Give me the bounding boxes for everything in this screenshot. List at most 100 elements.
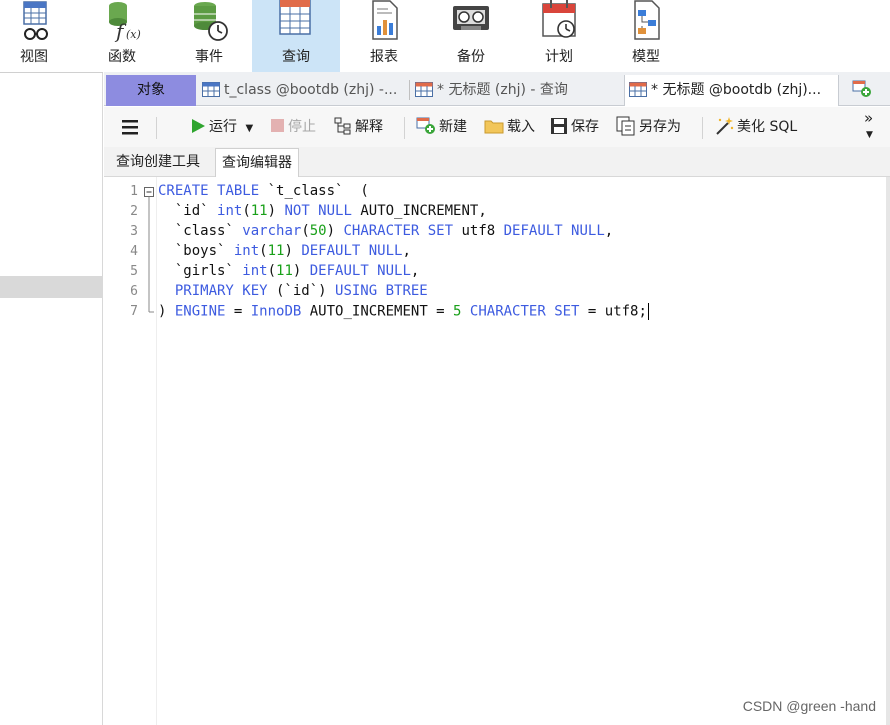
ribbon-backup-label: 备份 xyxy=(457,49,485,65)
new-label: 新建 xyxy=(439,119,467,135)
function-icon: f (x) xyxy=(109,2,141,42)
new-query-button[interactable]: 新建 xyxy=(416,115,467,139)
ribbon-schedule-button[interactable]: 计划 xyxy=(515,0,603,72)
tab-t-class-table[interactable]: t_class @bootdb (zhj) -... xyxy=(198,75,408,106)
model-icon xyxy=(634,0,660,40)
gutter-divider xyxy=(156,177,157,725)
new-tab-button[interactable] xyxy=(842,75,882,106)
run-label: 运行 xyxy=(209,119,237,135)
load-label: 载入 xyxy=(507,119,535,135)
toolbar-separator xyxy=(404,117,405,139)
explain-label: 解释 xyxy=(355,119,383,135)
ribbon-schedule-label: 计划 xyxy=(545,49,573,65)
save-label: 保存 xyxy=(571,119,599,135)
menu-button[interactable] xyxy=(120,115,140,139)
line-number: 5 xyxy=(130,264,138,279)
document-tab-bar: 对象 t_class @bootdb (zhj) -... * 无标题 (zhj… xyxy=(104,72,890,106)
ribbon-event-button[interactable]: 事件 xyxy=(165,0,253,72)
query-toolbar: 运行 ▼ 停止 解释 新建 载入 保存 另存为 美化 SQL » ▼ xyxy=(104,107,890,147)
line-number-gutter xyxy=(104,177,142,725)
ribbon-function-label: 函数 xyxy=(108,49,136,65)
play-icon xyxy=(192,118,205,133)
code-line[interactable]: `girls` int(11) DEFAULT NULL, xyxy=(158,263,420,279)
overflow-chevron-icon: » xyxy=(864,109,874,127)
sql-editor[interactable]: 1 2 3 4 5 6 7 CREATE TABLE `t_class` ( `… xyxy=(104,177,886,725)
tab-objects[interactable]: 对象 xyxy=(106,75,196,106)
code-fold-icon[interactable] xyxy=(144,186,155,318)
table-icon xyxy=(202,81,220,97)
save-as-button[interactable]: 另存为 xyxy=(616,115,681,139)
ribbon-backup-button[interactable]: 备份 xyxy=(427,0,515,72)
save-as-icon xyxy=(616,116,635,135)
stop-label: 停止 xyxy=(288,119,316,135)
line-number: 7 xyxy=(130,304,138,319)
ribbon-event-label: 事件 xyxy=(195,49,223,65)
pane-divider xyxy=(0,72,103,73)
save-button[interactable]: 保存 xyxy=(550,115,599,139)
ribbon-report-label: 报表 xyxy=(370,49,398,65)
save-icon xyxy=(551,117,567,134)
ribbon-query-button[interactable]: 查询 xyxy=(252,0,340,72)
ribbon-query-label: 查询 xyxy=(282,49,310,65)
tab-query-builder[interactable]: 查询创建工具 xyxy=(110,148,206,177)
ribbon-model-button[interactable]: 模型 xyxy=(602,0,690,72)
tab-label: * 无标题 (zhj) - 查询 xyxy=(437,82,568,98)
query-icon xyxy=(279,0,311,35)
line-number: 6 xyxy=(130,284,138,299)
beautify-label: 美化 SQL xyxy=(737,119,798,135)
stop-icon xyxy=(271,119,284,132)
stop-button[interactable]: 停止 xyxy=(270,115,316,139)
line-number: 3 xyxy=(130,224,138,239)
new-query-icon xyxy=(416,117,435,134)
ribbon-function-button[interactable]: f (x) 函数 xyxy=(78,0,166,72)
explain-icon xyxy=(334,117,351,134)
vertical-scrollbar[interactable] xyxy=(886,177,890,725)
code-line[interactable]: CREATE TABLE `t_class` ( xyxy=(158,183,369,199)
ribbon-view-button[interactable]: 视图 xyxy=(0,0,78,72)
main-ribbon: 视图 f (x) 函数 事件 查询 报表 备份 计划 模型 xyxy=(0,0,890,72)
new-tab-icon xyxy=(852,80,871,97)
folder-icon xyxy=(484,120,504,133)
save-as-label: 另存为 xyxy=(639,119,681,135)
beautify-sql-button[interactable]: 美化 SQL xyxy=(714,115,797,139)
query-tab-icon xyxy=(629,81,647,97)
watermark: CSDN @green -hand xyxy=(742,698,876,714)
toolbar-overflow-button[interactable]: » ▼ xyxy=(864,109,874,141)
tab-query-editor[interactable]: 查询编辑器 xyxy=(215,148,299,177)
backup-icon xyxy=(453,6,489,30)
load-button[interactable]: 载入 xyxy=(484,115,535,139)
toolbar-separator xyxy=(702,117,703,139)
report-icon xyxy=(372,0,398,40)
line-number: 1 xyxy=(130,184,138,199)
chevron-down-icon: ▼ xyxy=(866,130,873,140)
svg-text:(x): (x) xyxy=(126,28,141,41)
selected-navigator-item[interactable] xyxy=(0,276,103,298)
navigator-pane[interactable] xyxy=(0,72,103,725)
line-number: 4 xyxy=(130,244,138,259)
chevron-down-icon[interactable]: ▼ xyxy=(245,123,253,134)
ribbon-view-label: 视图 xyxy=(20,49,48,65)
line-number: 2 xyxy=(130,204,138,219)
schedule-icon xyxy=(542,0,576,38)
query-tab-icon xyxy=(415,81,433,97)
code-line[interactable]: `id` int(11) NOT NULL AUTO_INCREMENT, xyxy=(158,203,487,219)
tab-untitled-bootdb-query[interactable]: * 无标题 @bootdb (zhj)... xyxy=(624,75,839,106)
event-icon xyxy=(194,2,228,41)
query-mode-tabs: 查询创建工具 查询编辑器 xyxy=(104,147,890,177)
tab-separator xyxy=(409,80,410,100)
magic-wand-icon xyxy=(716,116,734,135)
run-button[interactable]: 运行 ▼ xyxy=(190,115,253,139)
hamburger-icon xyxy=(122,120,138,135)
tab-untitled-query[interactable]: * 无标题 (zhj) - 查询 xyxy=(411,75,621,106)
code-line[interactable]: PRIMARY KEY (`id`) USING BTREE xyxy=(158,283,428,299)
ribbon-model-label: 模型 xyxy=(632,49,660,65)
tab-label: t_class @bootdb (zhj) -... xyxy=(224,82,398,98)
code-line[interactable]: ) ENGINE = InnoDB AUTO_INCREMENT = 5 CHA… xyxy=(158,303,649,320)
code-line[interactable]: `class` varchar(50) CHARACTER SET utf8 D… xyxy=(158,223,613,239)
view-icon xyxy=(23,1,48,40)
explain-button[interactable]: 解释 xyxy=(334,115,383,139)
toolbar-separator xyxy=(156,117,157,139)
text-cursor xyxy=(647,303,649,320)
ribbon-report-button[interactable]: 报表 xyxy=(340,0,428,72)
code-line[interactable]: `boys` int(11) DEFAULT NULL, xyxy=(158,243,411,259)
